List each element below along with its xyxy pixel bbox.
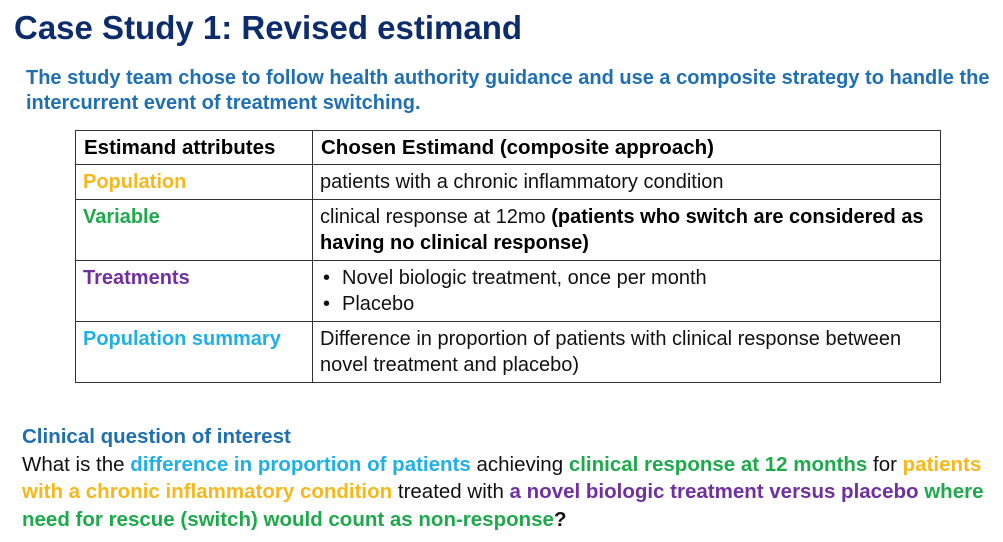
value-population-summary: Difference in proportion of patients wit…: [312, 321, 941, 383]
clinical-question: Clinical question of interest What is th…: [22, 423, 992, 533]
list-item: Placebo: [320, 291, 933, 317]
attr-treatments: Treatments: [75, 260, 313, 322]
list-item: Novel biologic treatment, once per month: [320, 265, 933, 291]
table-row-population-summary: Population summary Difference in proport…: [75, 321, 941, 383]
header-chosen-estimand: Chosen Estimand (composite approach): [312, 130, 941, 165]
question-text-3: for: [867, 452, 903, 476]
question-mark: ?: [553, 507, 567, 531]
attr-population-summary: Population summary: [75, 321, 313, 383]
question-text-2: achieving: [470, 452, 569, 476]
question-highlight-summary: difference in proportion of patients: [130, 452, 471, 476]
table-row-treatments: Treatments Novel biologic treatment, onc…: [75, 260, 941, 322]
treatments-list: Novel biologic treatment, once per month…: [320, 265, 933, 317]
question-highlight-treatments: a novel biologic treatment versus placeb…: [509, 480, 919, 503]
variable-plain-text: clinical response at 12mo: [320, 206, 552, 228]
question-text-1: What is the: [22, 452, 131, 476]
question-text-4: treated with: [392, 480, 510, 503]
clinical-question-text: What is the difference in proportion of …: [22, 451, 992, 534]
page-title: Case Study 1: Revised estimand: [14, 9, 523, 46]
attr-variable: Variable: [75, 199, 313, 261]
intro-text: The study team chose to follow health au…: [26, 67, 990, 114]
question-highlight-variable: clinical response at 12 months: [568, 452, 868, 476]
value-population: patients with a chronic inflammatory con…: [312, 164, 941, 200]
value-variable: clinical response at 12mo (patients who …: [312, 199, 941, 261]
table-header-row: Estimand attributes Chosen Estimand (com…: [75, 130, 941, 165]
clinical-question-heading: Clinical question of interest: [22, 425, 291, 448]
table-row-population: Population patients with a chronic infla…: [75, 164, 941, 200]
estimand-table: Estimand attributes Chosen Estimand (com…: [75, 130, 941, 383]
attr-population: Population: [75, 164, 313, 200]
header-estimand-attributes: Estimand attributes: [75, 130, 313, 165]
value-treatments: Novel biologic treatment, once per month…: [312, 260, 941, 322]
table-row-variable: Variable clinical response at 12mo (pati…: [75, 199, 941, 261]
